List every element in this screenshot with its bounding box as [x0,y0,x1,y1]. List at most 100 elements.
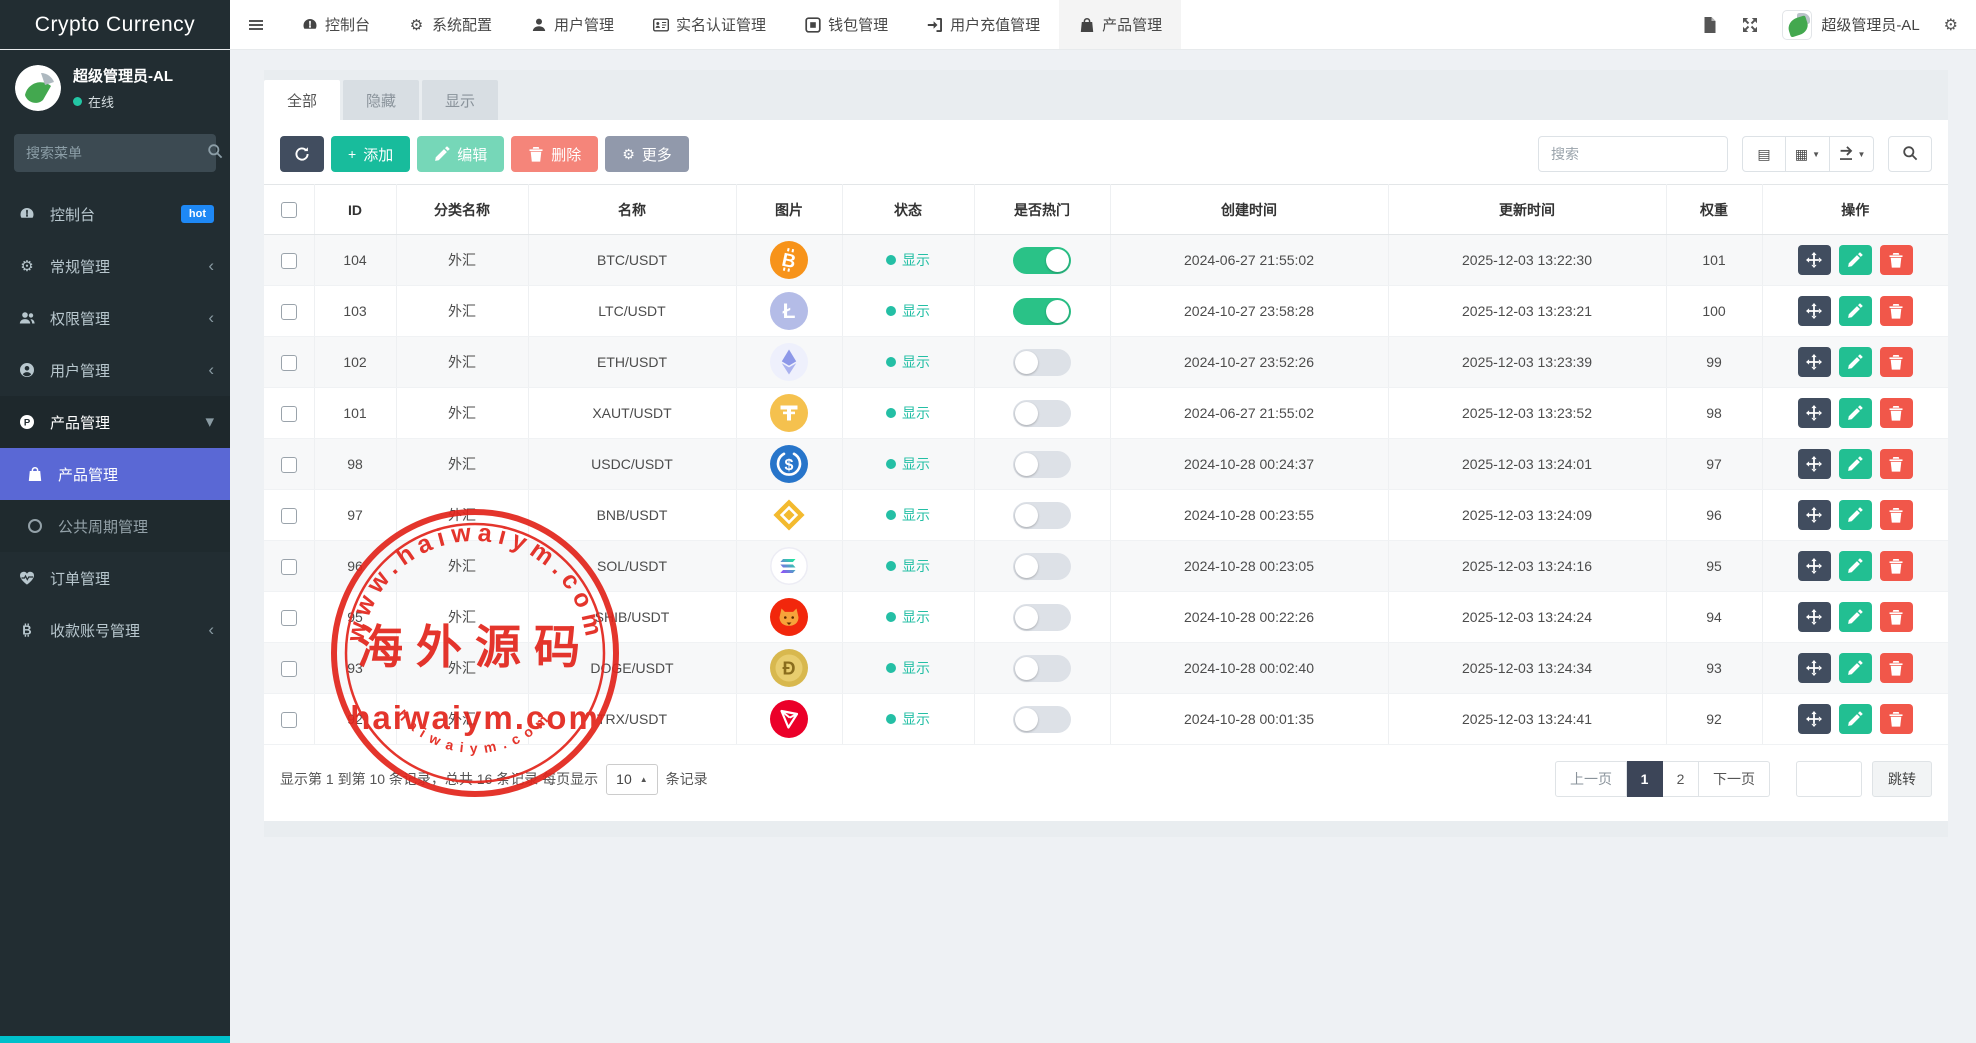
table-search-input[interactable] [1538,136,1728,172]
move-row-button[interactable] [1798,449,1831,479]
edit-row-button[interactable] [1839,449,1872,479]
row-checkbox[interactable] [281,661,297,677]
sidebar-item-permission-management[interactable]: 权限管理‹ [0,292,230,344]
delete-row-button[interactable] [1880,602,1913,632]
tab-hidden[interactable]: 隐藏 [343,80,419,120]
header-select-all[interactable] [264,185,314,235]
nav-item-dashboard[interactable]: 控制台 [282,0,389,49]
edit-row-button[interactable] [1839,347,1872,377]
sidebar-item-user-management[interactable]: 用户管理‹ [0,344,230,396]
row-checkbox[interactable] [281,559,297,575]
delete-row-button[interactable] [1880,245,1913,275]
refresh-button[interactable] [280,136,324,172]
edit-row-button[interactable] [1839,551,1872,581]
sidebar-item-payment-account-management[interactable]: B收款账号管理‹ [0,604,230,656]
edit-row-button[interactable] [1839,653,1872,683]
row-checkbox[interactable] [281,712,297,728]
nav-item-user-management[interactable]: 用户管理 [511,0,633,49]
page-size-select[interactable]: 10▲ [606,764,658,795]
cell-weight: 101 [1666,235,1762,286]
jump-button[interactable]: 跳转 [1872,761,1932,797]
row-checkbox[interactable] [281,610,297,626]
delete-button[interactable]: 删除 [511,136,598,172]
detail-view-button[interactable]: ▤ [1742,136,1786,172]
move-row-button[interactable] [1798,245,1831,275]
hot-toggle[interactable] [1013,349,1071,376]
hot-toggle[interactable] [1013,298,1071,325]
move-row-button[interactable] [1798,296,1831,326]
sidebar-item-general-management[interactable]: ⚙常规管理‹ [0,240,230,292]
filter-tabs: 全部 隐藏 显示 [264,80,1948,120]
nav-item-recharge-management[interactable]: 用户充值管理 [907,0,1059,49]
hot-toggle[interactable] [1013,451,1071,478]
row-checkbox[interactable] [281,508,297,524]
user-menu[interactable]: 超级管理员-AL [1782,10,1919,40]
next-page-button[interactable]: 下一页 [1699,761,1770,797]
tab-shown[interactable]: 显示 [422,80,498,120]
row-checkbox[interactable] [281,406,297,422]
hot-toggle[interactable] [1013,604,1071,631]
search-submit-button[interactable] [1888,136,1932,172]
delete-row-button[interactable] [1880,449,1913,479]
move-row-button[interactable] [1798,500,1831,530]
delete-row-button[interactable] [1880,551,1913,581]
hot-toggle[interactable] [1013,655,1071,682]
more-button[interactable]: ⚙更多 [605,136,689,172]
nav-item-wallet-management[interactable]: 钱包管理 [785,0,907,49]
nav-item-system-config[interactable]: ⚙系统配置 [389,0,511,49]
table-row: 102 外汇 ETH/USDT 显示 2024-10-27 23:52:26 2… [264,337,1948,388]
move-row-button[interactable] [1798,704,1831,734]
delete-row-button[interactable] [1880,653,1913,683]
hot-toggle[interactable] [1013,502,1071,529]
delete-row-button[interactable] [1880,704,1913,734]
page-button-1[interactable]: 1 [1627,761,1663,797]
sidebar-item-product-management[interactable]: 产品管理 [0,448,230,500]
sidebar-item-order-management[interactable]: 订单管理 [0,552,230,604]
clear-cache-icon[interactable] [1702,17,1718,33]
hot-toggle[interactable] [1013,706,1071,733]
move-row-button[interactable] [1798,602,1831,632]
fullscreen-icon[interactable] [1742,17,1758,33]
nav-item-product-management[interactable]: 产品管理 [1059,0,1181,49]
add-button[interactable]: +添加 [331,136,410,172]
prev-page-button[interactable]: 上一页 [1555,761,1627,797]
move-row-button[interactable] [1798,398,1831,428]
row-checkbox[interactable] [281,355,297,371]
settings-gears-icon[interactable]: ⚙ [1944,15,1958,35]
edit-row-button[interactable] [1839,296,1872,326]
hot-toggle[interactable] [1013,400,1071,427]
delete-row-button[interactable] [1880,398,1913,428]
edit-row-button[interactable] [1839,500,1872,530]
hot-toggle[interactable] [1013,553,1071,580]
edit-row-button[interactable] [1839,245,1872,275]
select-all-checkbox[interactable] [281,202,297,218]
jump-page-input[interactable] [1796,761,1862,797]
edit-row-button[interactable] [1839,704,1872,734]
sidebar-item-dashboard[interactable]: 控制台hot [0,188,230,240]
delete-row-button[interactable] [1880,500,1913,530]
hot-toggle[interactable] [1013,247,1071,274]
row-checkbox[interactable] [281,304,297,320]
sidebar-search-input[interactable] [26,145,207,161]
export-button[interactable]: ▼ [1830,136,1874,172]
hamburger-icon[interactable] [230,0,282,49]
delete-row-button[interactable] [1880,347,1913,377]
edit-button[interactable]: 编辑 [417,136,504,172]
move-row-button[interactable] [1798,347,1831,377]
row-checkbox[interactable] [281,253,297,269]
columns-button[interactable]: ▦▼ [1786,136,1830,172]
nav-item-kyc-management[interactable]: 实名认证管理 [633,0,785,49]
edit-row-button[interactable] [1839,398,1872,428]
pagination-bar: 显示第 1 到第 10 条记录，总共 16 条记录 每页显示 10▲ 条记录 上… [264,745,1948,815]
edit-row-button[interactable] [1839,602,1872,632]
sidebar-item-product-management-parent[interactable]: P产品管理▾ [0,396,230,448]
delete-row-button[interactable] [1880,296,1913,326]
search-icon[interactable] [207,143,223,164]
move-row-button[interactable] [1798,551,1831,581]
row-checkbox[interactable] [281,457,297,473]
cell-category: 外汇 [396,235,528,286]
tab-all[interactable]: 全部 [264,80,340,120]
page-button-2[interactable]: 2 [1663,761,1699,797]
sidebar-item-public-cycle-management[interactable]: 公共周期管理 [0,500,230,552]
move-row-button[interactable] [1798,653,1831,683]
